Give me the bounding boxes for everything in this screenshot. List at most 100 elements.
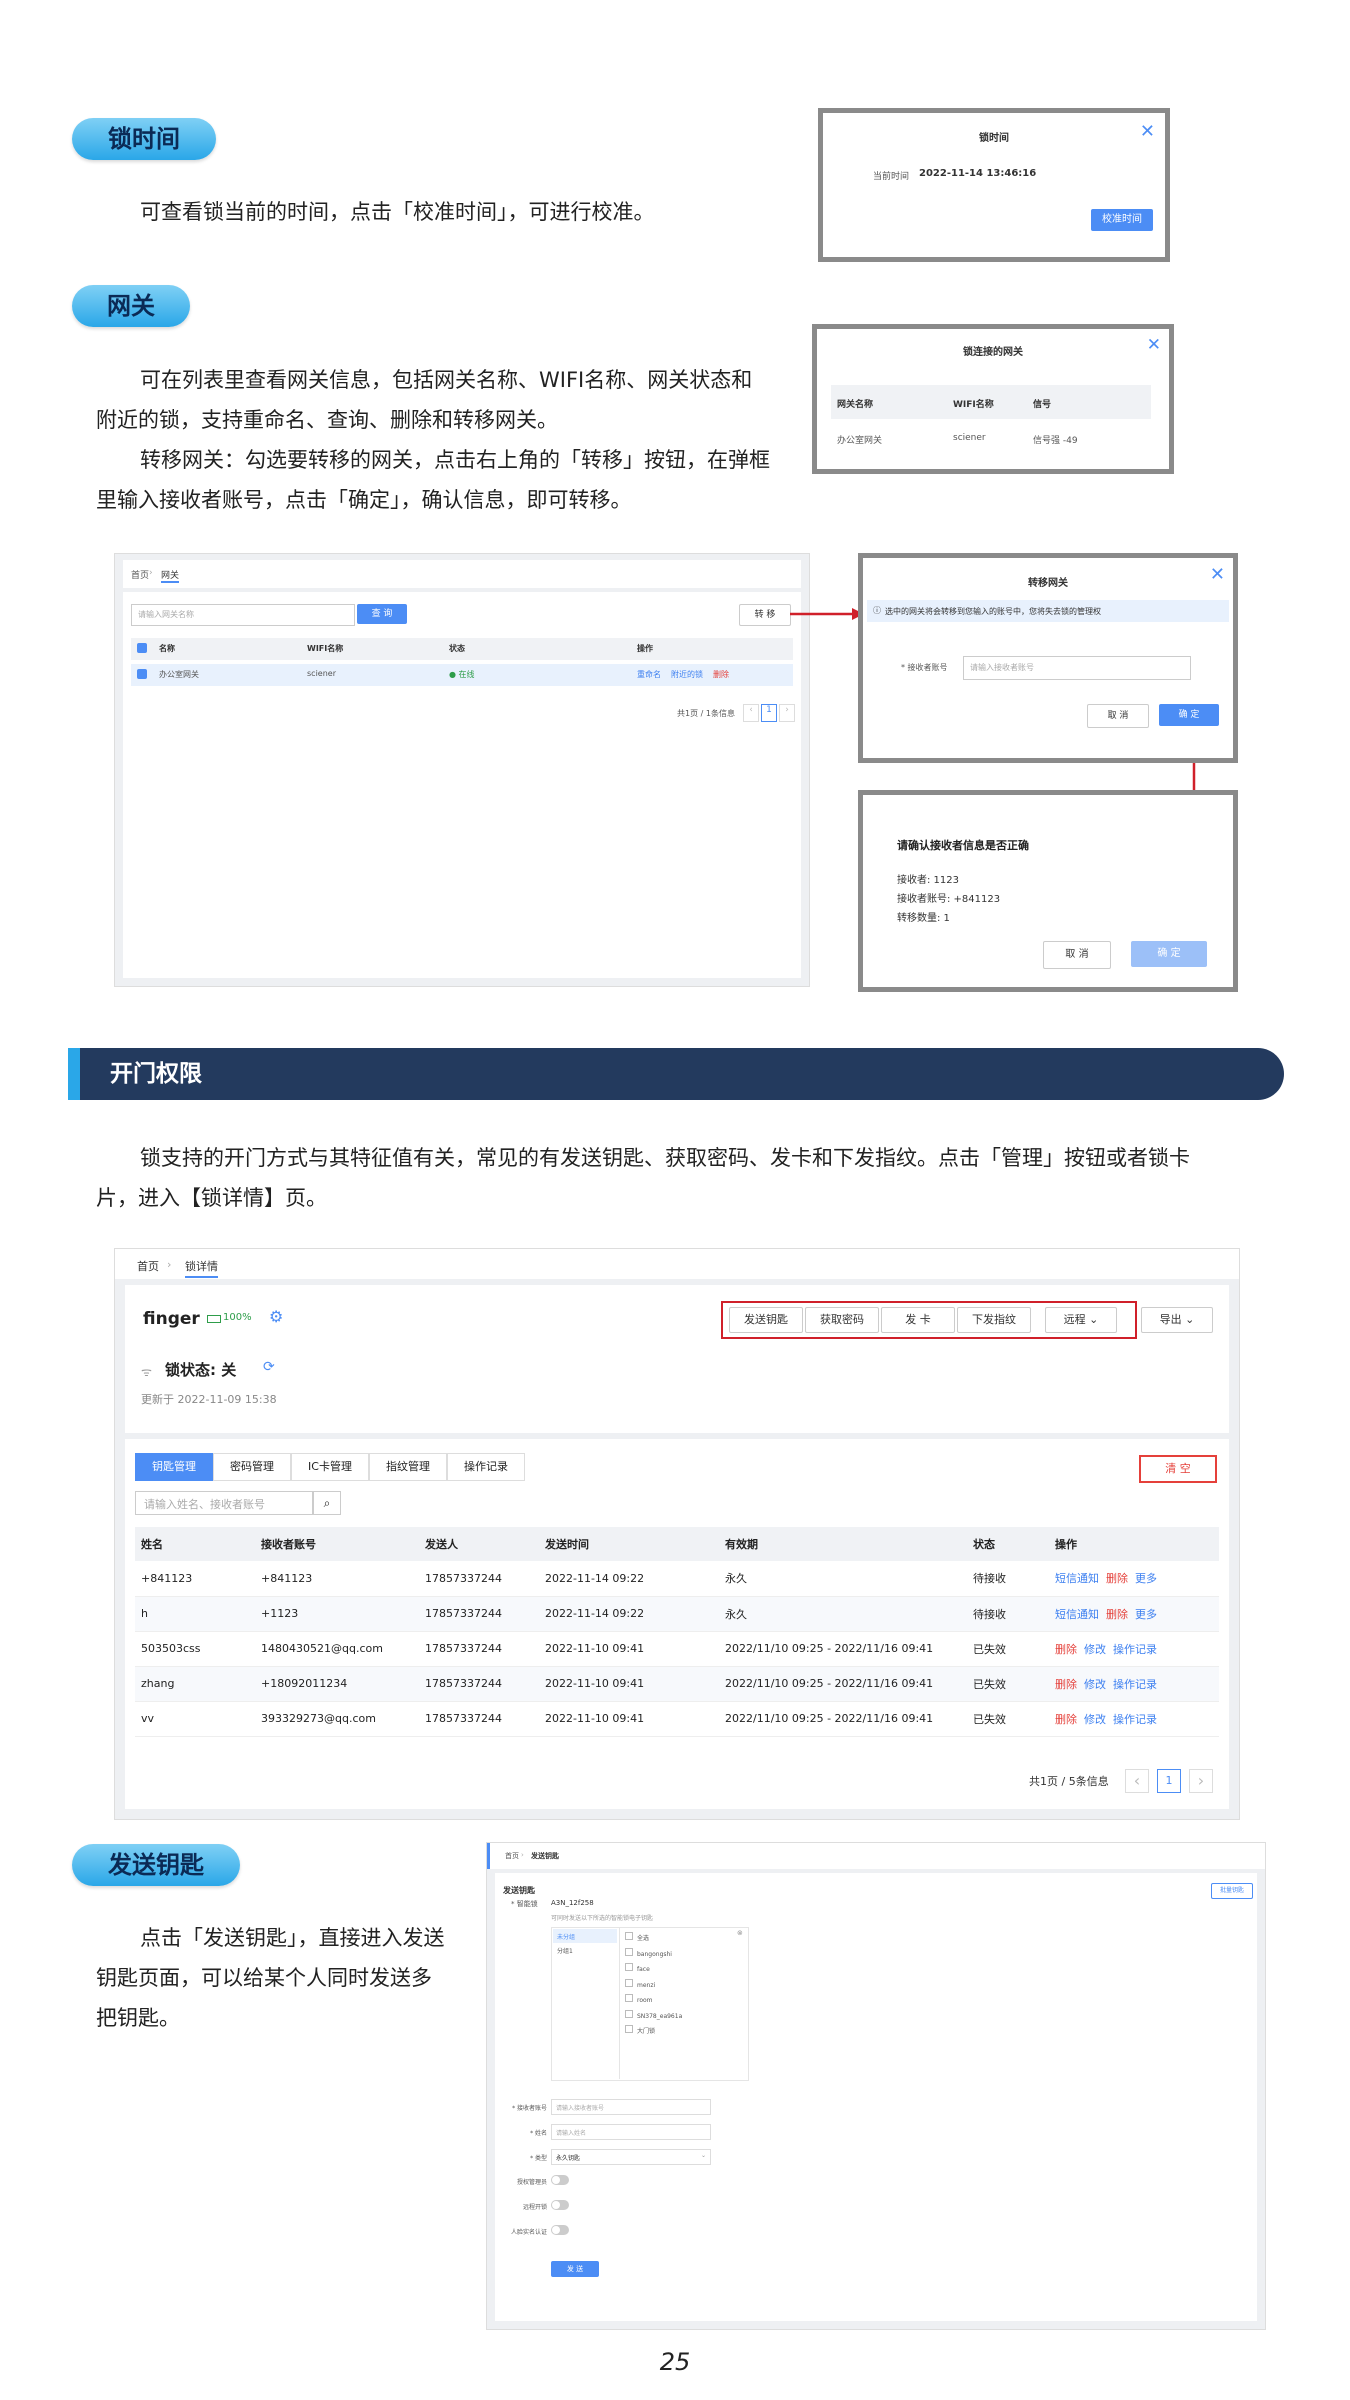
face-toggle[interactable] bbox=[551, 2225, 569, 2235]
send-key-button[interactable]: 发送钥匙 bbox=[729, 1307, 803, 1333]
transfer-gateway-dialog: 转移网关 ✕ ⓘ 选中的网关将会转移到您输入的账号中，您将失去锁的管理权 * 接… bbox=[858, 553, 1238, 763]
prev-page-icon[interactable]: ‹ bbox=[1125, 1769, 1149, 1793]
col-state: 状态 bbox=[973, 1538, 995, 1551]
lock-detail-screenshot: 首页 › 锁详情 finger 100% ⚙ 发送钥匙 获取密码 发 卡 下发指… bbox=[114, 1248, 1240, 1820]
gateway-query-button[interactable]: 查 询 bbox=[357, 604, 407, 624]
batch-key-button[interactable]: 批量钥匙 bbox=[1211, 1883, 1253, 1899]
type-select[interactable]: 永久钥匙 ⌄ bbox=[551, 2149, 711, 2165]
table-row[interactable]: h +1123 17857337244 2022-11-14 09:22 永久 待接收 短… bbox=[135, 1596, 1219, 1631]
send-submit-button[interactable]: 发 送 bbox=[551, 2261, 599, 2277]
select-all-checkbox[interactable] bbox=[137, 643, 147, 653]
row-checkbox[interactable] bbox=[137, 669, 147, 679]
breadcrumb-home[interactable]: 首页 bbox=[131, 568, 149, 581]
sms-notify-link[interactable]: 短信通知 bbox=[1055, 1608, 1099, 1621]
gateway-search-input[interactable]: 请输入网关名称 bbox=[131, 604, 355, 626]
search-icon[interactable]: ⌕ bbox=[313, 1491, 341, 1515]
close-icon[interactable]: ✕ bbox=[1210, 564, 1225, 585]
close-icon[interactable]: ✕ bbox=[1140, 121, 1155, 142]
group-ungrouped[interactable]: 未分组 bbox=[557, 1932, 575, 1941]
delete-link[interactable]: 删除 bbox=[713, 669, 729, 680]
lock-time-dialog: 锁时间 ✕ 当前时间 2022-11-14 13:46:16 校准时间 bbox=[818, 108, 1170, 262]
group-1[interactable]: 分组1 bbox=[557, 1946, 573, 1955]
page-1[interactable]: 1 bbox=[761, 704, 777, 722]
breadcrumb-gateway: 网关 bbox=[161, 568, 180, 583]
delete-link[interactable]: 删除 bbox=[1055, 1678, 1077, 1691]
delete-link[interactable]: 删除 bbox=[1055, 1713, 1077, 1726]
table-row[interactable]: 503503css 1480430521@qq.com 17857337244 202… bbox=[135, 1631, 1219, 1666]
delete-link[interactable]: 删除 bbox=[1106, 1608, 1128, 1621]
tab-fingerprint-management[interactable]: 指纹管理 bbox=[369, 1453, 447, 1481]
tab-key-management[interactable]: 钥匙管理 bbox=[135, 1453, 213, 1481]
receiver-account-input[interactable]: 请输入接收者账号 bbox=[963, 656, 1191, 680]
lock-option[interactable]: room bbox=[625, 1993, 682, 2009]
admin-toggle[interactable] bbox=[551, 2175, 569, 2185]
nearby-locks-link[interactable]: 附近的锁 bbox=[671, 669, 703, 680]
table-row[interactable]: vv 393329273@qq.com 17857337244 2022-11-10 … bbox=[135, 1701, 1219, 1736]
delete-link[interactable]: 删除 bbox=[1055, 1643, 1077, 1656]
col-validity: 有效期 bbox=[725, 1538, 758, 1551]
table-row[interactable]: +841123 +841123 17857337244 2022-11-14 09:2… bbox=[135, 1561, 1219, 1596]
name-input[interactable]: 请输入姓名 bbox=[551, 2124, 711, 2140]
wifi-icon: ᯤ bbox=[141, 1365, 152, 1379]
tab-password-management[interactable]: 密码管理 bbox=[213, 1453, 291, 1481]
gateway-transfer-button[interactable]: 转 移 bbox=[739, 604, 791, 626]
remote-dropdown[interactable]: 远程 ⌄ bbox=[1045, 1307, 1117, 1333]
clear-icon[interactable]: ⊗ bbox=[737, 1929, 743, 1937]
key-search-input[interactable]: 请输入姓名、接收者账号 bbox=[135, 1491, 313, 1515]
lock-option[interactable]: 全选 bbox=[625, 1931, 682, 1947]
edit-link[interactable]: 修改 bbox=[1084, 1643, 1106, 1656]
settings-gear-icon[interactable]: ⚙ bbox=[269, 1307, 283, 1326]
table-row[interactable]: zhang +18092011234 17857337244 2022-11-10 0… bbox=[135, 1666, 1219, 1701]
lock-list: 全选 bangongshi face menzi room SN378_ea96… bbox=[625, 1931, 682, 2040]
issue-card-button[interactable]: 发 卡 bbox=[881, 1307, 955, 1333]
dialog-title: 锁连接的网关 bbox=[963, 347, 1023, 358]
export-dropdown[interactable]: 导出 ⌄ bbox=[1141, 1307, 1213, 1333]
lock-option[interactable]: SN378_ea961a bbox=[625, 2009, 682, 2025]
section-pill-lock-time: 锁时间 bbox=[72, 118, 216, 160]
edit-link[interactable]: 修改 bbox=[1084, 1678, 1106, 1691]
tab-operation-log[interactable]: 操作记录 bbox=[447, 1453, 525, 1481]
open-para-2: 片，进入【锁详情】页。 bbox=[96, 1186, 327, 1210]
rename-link[interactable]: 重命名 bbox=[637, 669, 661, 680]
cell-signal: 信号强 -49 bbox=[1033, 436, 1078, 446]
receiver-account-label: * 接收者账号 bbox=[901, 663, 948, 672]
get-password-button[interactable]: 获取密码 bbox=[805, 1307, 879, 1333]
issue-fingerprint-button[interactable]: 下发指纹 bbox=[957, 1307, 1031, 1333]
calibrate-time-button[interactable]: 校准时间 bbox=[1091, 209, 1153, 231]
page-1[interactable]: 1 bbox=[1157, 1769, 1181, 1793]
refresh-icon[interactable]: ⟳ bbox=[263, 1359, 275, 1375]
operation-log-link[interactable]: 操作记录 bbox=[1113, 1643, 1157, 1656]
lock-option[interactable]: face bbox=[625, 1962, 682, 1978]
lock-option[interactable]: menzi bbox=[625, 1978, 682, 1994]
confirm-cancel-button[interactable]: 取 消 bbox=[1043, 941, 1111, 969]
next-page-icon[interactable]: › bbox=[779, 704, 795, 722]
info-icon: ⓘ bbox=[873, 606, 881, 615]
close-icon[interactable]: ✕ bbox=[1147, 335, 1161, 355]
operation-log-link[interactable]: 操作记录 bbox=[1113, 1713, 1157, 1726]
operation-log-link[interactable]: 操作记录 bbox=[1113, 1678, 1157, 1691]
edit-link[interactable]: 修改 bbox=[1084, 1713, 1106, 1726]
arrow-right-icon bbox=[790, 608, 864, 620]
page-number: 25 bbox=[659, 2348, 691, 2376]
confirm-ok-button[interactable]: 确 定 bbox=[1131, 941, 1207, 967]
receiver-account-input[interactable]: 请输入接收者账号 bbox=[551, 2099, 711, 2115]
prev-page-icon[interactable]: ‹ bbox=[743, 704, 759, 722]
transfer-ok-button[interactable]: 确 定 bbox=[1159, 704, 1219, 726]
more-link[interactable]: 更多 bbox=[1135, 1608, 1157, 1621]
breadcrumb-home[interactable]: 首页 bbox=[505, 1851, 519, 1861]
breadcrumb-home[interactable]: 首页 bbox=[137, 1258, 159, 1274]
tab-card-management[interactable]: IC卡管理 bbox=[291, 1453, 369, 1481]
transfer-cancel-button[interactable]: 取 消 bbox=[1087, 704, 1149, 728]
more-link[interactable]: 更多 bbox=[1135, 1572, 1157, 1585]
col-account: 接收者账号 bbox=[261, 1538, 316, 1551]
lock-option[interactable]: 大门锁 bbox=[625, 2024, 682, 2040]
lock-value: A3N_12f258 bbox=[551, 1899, 594, 1907]
lock-option[interactable]: bangongshi bbox=[625, 1947, 682, 1963]
delete-link[interactable]: 删除 bbox=[1106, 1572, 1128, 1585]
gateway-para-1b: 附近的锁，支持重命名、查询、删除和转移网关。 bbox=[96, 408, 558, 432]
clear-button[interactable]: 清 空 bbox=[1139, 1455, 1217, 1483]
col-wifi: WIFI名称 bbox=[307, 644, 344, 653]
remote-toggle[interactable] bbox=[551, 2200, 569, 2210]
next-page-icon[interactable]: › bbox=[1189, 1769, 1213, 1793]
sms-notify-link[interactable]: 短信通知 bbox=[1055, 1572, 1099, 1585]
